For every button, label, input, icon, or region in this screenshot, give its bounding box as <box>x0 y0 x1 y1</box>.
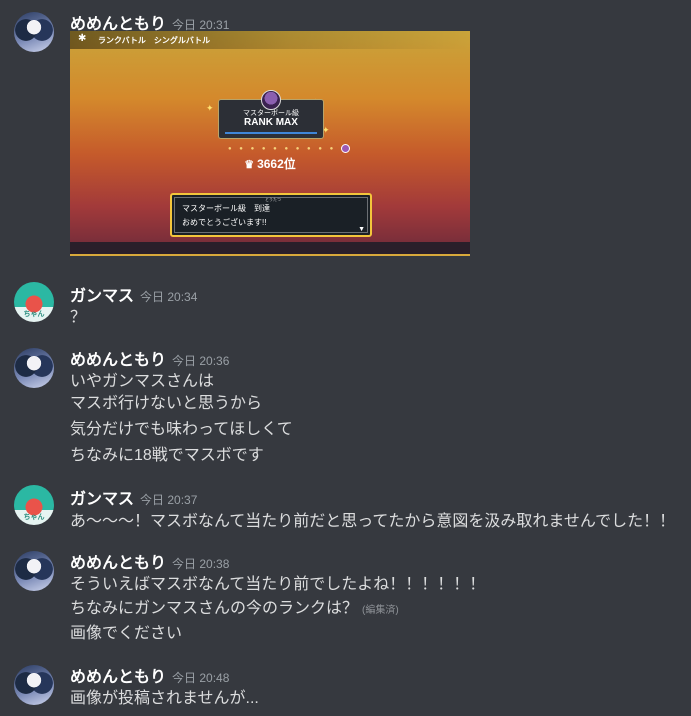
avatar-text: ちゃん <box>23 514 45 521</box>
attached-image[interactable]: ✱ ランクバトル シングルバトル ✦ ✦ ✦ マスターボール級 RANK MAX… <box>70 31 470 256</box>
timestamp: 今日 20:37 <box>140 493 198 507</box>
message-text: ちなみに18戦でマスボです <box>70 447 264 464</box>
timestamp: 今日 20:48 <box>172 671 230 685</box>
dialog-line: マスターボール級 到達 <box>182 204 270 213</box>
user-avatar[interactable] <box>14 551 54 591</box>
message: めめんともり 今日 20:38 そういえばマスボなんて当たり前でしたよね！！！！！… <box>0 549 691 642</box>
accent-line <box>70 254 470 256</box>
sparkle-icon: ✦ <box>206 103 214 113</box>
rank-panel: マスターボール級 RANK MAX <box>218 90 324 139</box>
message: めめんともり 今日 20:48 画像が投稿されませんが... <box>0 663 691 713</box>
triangle-down-icon: ▼ <box>358 226 365 233</box>
user-avatar[interactable]: ちゃん <box>14 485 54 525</box>
avatar-text: ちゃん <box>23 311 45 318</box>
message-text: マスボ行けないと思うから <box>70 395 263 412</box>
user-avatar[interactable] <box>14 12 54 52</box>
place-value: 3662位 <box>257 157 296 171</box>
message-text: いやガンマスさんは <box>70 373 215 390</box>
user-avatar[interactable] <box>14 665 54 705</box>
message-text: あ〜〜〜！マスボなんて当たり前だと思ってたから意図を汲み取れませんでした！！ <box>70 513 676 530</box>
message-text: 画像が投稿されませんが... <box>70 690 259 707</box>
timestamp: 今日 20:31 <box>172 18 230 32</box>
user-avatar[interactable] <box>14 348 54 388</box>
user-avatar[interactable]: ちゃん <box>14 282 54 322</box>
trophy-icon: ♛ <box>244 159 255 171</box>
message-header: ガンマス 今日 20:34 <box>70 282 197 306</box>
master-ball-icon <box>261 90 281 110</box>
rank-progress-bar <box>225 132 317 134</box>
message-text: 画像でください <box>70 625 183 642</box>
message-text: 気分だけでも味わってほしくて <box>70 421 293 438</box>
timestamp: 今日 20:38 <box>172 557 230 571</box>
message-text-content: ちなみにガンマスさんの今のランクは？ <box>70 600 359 617</box>
timestamp: 今日 20:36 <box>172 354 230 368</box>
dialog-line: おめでとうございます!! <box>182 218 267 227</box>
timestamp: 今日 20:34 <box>140 290 198 304</box>
battle-mode-label: ランクバトル シングルバトル <box>98 36 211 45</box>
message: めめんともり 今日 20:36 いやガンマスさんは マスボ行けないと思うから 気分… <box>0 346 691 464</box>
rank-place: ♛ 3662位 <box>70 155 470 172</box>
game-topbar: ✱ ランクバトル シングルバトル <box>70 31 470 49</box>
edited-label: (編集済) <box>362 605 399 616</box>
message-text: ちなみにガンマスさんの今のランクは？ (編集済) <box>70 594 399 618</box>
message: ちゃん ガンマス 今日 20:37 あ〜〜〜！マスボなんて当たり前だと思ってたから… <box>0 485 691 530</box>
message-text: ？ <box>70 309 87 326</box>
message-text: そういえばマスボなんて当たり前でしたよね！！！！！！ <box>70 576 486 593</box>
message-header: ガンマス 今日 20:37 <box>70 485 197 509</box>
rank-progress-dots: ● ● ● ● ● ● ● ● ● ● <box>228 144 350 153</box>
settings-icon: ✱ <box>78 33 87 44</box>
username[interactable]: ガンマス <box>70 491 134 508</box>
message: ちゃん ガンマス 今日 20:34 ？ <box>0 282 691 326</box>
dialog-box: とうたつ マスターボール級 到達 おめでとうございます!! ▼ <box>170 193 372 237</box>
rank-label: RANK MAX <box>244 117 298 128</box>
